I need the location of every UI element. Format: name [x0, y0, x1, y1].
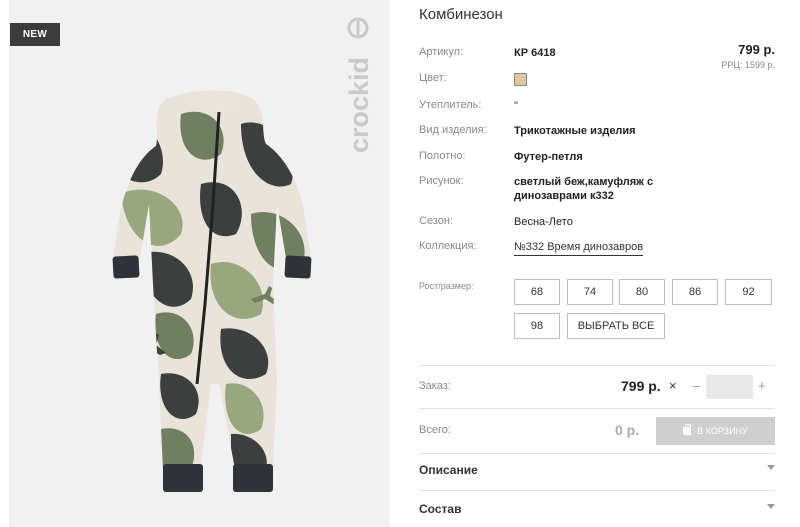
- spec-label: Вид изделия:: [419, 124, 487, 136]
- order-label: Заказ:: [419, 380, 451, 392]
- spec-label: Артикул:: [419, 46, 464, 58]
- recommended-price: РРЦ: 1599 р.: [721, 60, 775, 70]
- product-price: 799 р.: [738, 42, 775, 57]
- new-badge: NEW: [10, 23, 60, 46]
- size-option[interactable]: 68: [514, 279, 560, 305]
- size-option[interactable]: 80: [619, 279, 665, 305]
- shopping-bag-icon: [683, 424, 692, 435]
- select-all-sizes-button[interactable]: ВЫБРАТЬ ВСЕ: [567, 313, 665, 339]
- brand-logo-text: crockid: [344, 57, 374, 153]
- product-title: Комбинезон: [419, 6, 503, 23]
- accordion-title: Описание: [419, 463, 478, 477]
- increase-quantity-button[interactable]: +: [758, 378, 766, 393]
- product-info: Комбинезон 799 р. РРЦ: 1599 р. Артикул: …: [419, 0, 775, 527]
- size-option[interactable]: 92: [725, 279, 772, 305]
- order-price: 799 р.: [621, 378, 661, 394]
- size-option[interactable]: 98: [514, 313, 560, 339]
- spec-value: Трикотажные изделия: [514, 125, 636, 137]
- size-option[interactable]: 74: [567, 279, 613, 305]
- collection-link[interactable]: №332 Время динозавров: [514, 240, 644, 256]
- spec-value: Футер-петля: [514, 151, 583, 163]
- chevron-down-icon: [767, 465, 775, 470]
- spec-label: Утеплитель:: [419, 99, 482, 111]
- decrease-quantity-button[interactable]: –: [693, 378, 700, 393]
- add-to-cart-button[interactable]: В КОРЗИНУ: [656, 417, 775, 445]
- accordion-description[interactable]: Описание: [419, 459, 775, 481]
- spec-value: ": [514, 100, 518, 112]
- add-to-cart-label: В КОРЗИНУ: [697, 426, 748, 436]
- total-value: 0 р.: [615, 422, 640, 438]
- divider: [419, 365, 775, 366]
- times-icon: ×: [669, 378, 677, 393]
- divider: [419, 408, 775, 409]
- accordion-title: Состав: [419, 502, 462, 516]
- brand-logo: crockid: [344, 17, 374, 153]
- divider: [419, 490, 775, 491]
- spec-label: Рисунок:: [419, 175, 464, 187]
- product-gallery: NEW crockid: [9, 0, 390, 527]
- accordion-composition[interactable]: Состав: [419, 498, 775, 520]
- spec-value-line2: динозаврами к332: [514, 190, 614, 202]
- sizes-label: Рост/размер:: [419, 281, 474, 291]
- product-image[interactable]: [101, 84, 323, 500]
- spec-value: КР 6418: [514, 47, 556, 59]
- total-label: Всего:: [419, 424, 451, 436]
- spec-label: Цвет:: [419, 72, 447, 84]
- spec-value-line1: светлый беж,камуфляж с: [514, 176, 654, 188]
- size-option[interactable]: 86: [672, 279, 718, 305]
- spec-value: Весна-Лето: [514, 216, 573, 228]
- spec-label: Полотно:: [419, 150, 466, 162]
- spec-label: Сезон:: [419, 215, 453, 227]
- color-swatch[interactable]: [514, 73, 527, 86]
- chevron-down-icon: [767, 504, 775, 509]
- spec-label: Коллекция:: [419, 240, 477, 252]
- quantity-input[interactable]: [706, 375, 753, 399]
- divider: [419, 453, 775, 454]
